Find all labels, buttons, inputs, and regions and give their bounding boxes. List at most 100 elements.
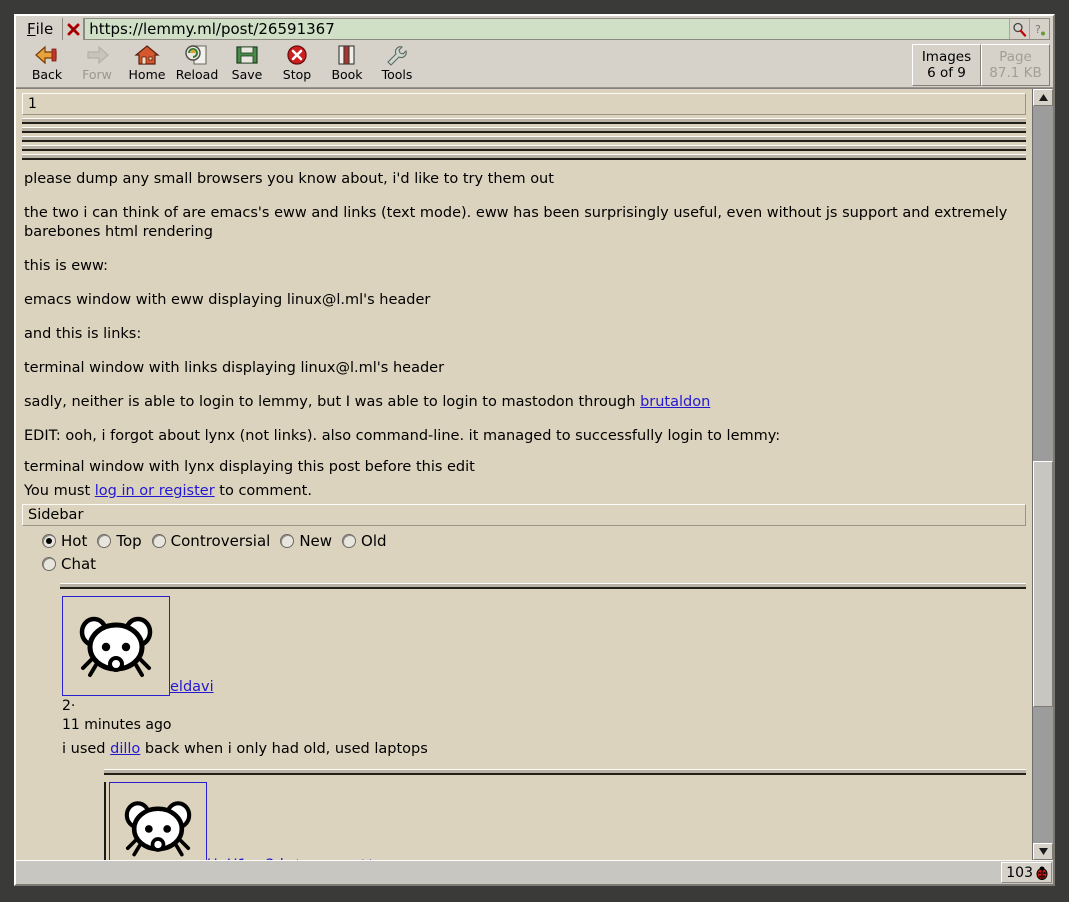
tools-button-label: Tools — [381, 67, 413, 82]
scrollbar-track[interactable] — [1033, 106, 1053, 843]
svg-text:?: ? — [1035, 23, 1041, 36]
sidebar-box[interactable]: Sidebar — [22, 504, 1026, 526]
stop-sign-icon — [284, 43, 310, 67]
separator-rule — [22, 136, 1026, 142]
separator-rule — [22, 154, 1026, 160]
ladybug-icon — [1036, 866, 1048, 880]
comment-score: 2· — [62, 698, 76, 714]
comment-author-name: UnH1ng3d — [207, 857, 284, 861]
forward-button-label: Forw — [82, 67, 112, 82]
comment-author-link[interactable]: eldavi — [170, 680, 214, 695]
nested-comment-separator — [104, 769, 1026, 775]
reload-page-icon — [184, 43, 210, 67]
post-paragraph: please dump any small browsers you know … — [24, 171, 554, 187]
house-icon — [134, 43, 160, 67]
radio-new[interactable] — [280, 534, 295, 548]
brutaldon-link[interactable]: brutaldon — [640, 394, 710, 410]
stop-button-label: Stop — [282, 67, 312, 82]
bookmarks-icon — [334, 43, 360, 67]
scroll-up-button[interactable] — [1033, 89, 1053, 106]
back-button-label: Back — [31, 67, 63, 82]
close-x-icon — [67, 23, 80, 35]
home-button[interactable]: Home — [122, 42, 172, 81]
page-size-title: Page — [999, 49, 1032, 65]
file-menu-button[interactable]: File — [18, 18, 64, 40]
home-button-label: Home — [128, 67, 166, 82]
tools-button[interactable]: Tools — [372, 42, 422, 81]
mouse-avatar-icon — [124, 801, 192, 857]
arrow-right-icon — [84, 43, 110, 67]
radio-chat[interactable] — [42, 557, 56, 571]
comment-author-instance: @lemmy.world — [284, 858, 372, 860]
bug-meter[interactable]: 103 — [1001, 862, 1052, 883]
lynx-paragraph: terminal window with lynx displaying thi… — [24, 459, 475, 475]
login-prompt-pre: You must — [24, 483, 95, 499]
post-paragraph: emacs window with eww displaying linux@l… — [24, 292, 431, 308]
comment-author-link[interactable]: UnH1ng3d@lemmy.world — [207, 857, 372, 861]
comment-body-post: back when i only had old, used laptops — [140, 741, 428, 757]
edit-paragraph: EDIT: ooh, i forgot about lynx (not link… — [24, 428, 781, 444]
bookmarks-button[interactable]: Book — [322, 42, 372, 81]
search-magnifier-icon — [1013, 22, 1027, 37]
search-button[interactable] — [1009, 19, 1029, 39]
separator-rule — [22, 145, 1026, 151]
page-size-box[interactable]: Page 87.1 KB — [981, 44, 1050, 86]
images-status-title: Images — [921, 49, 972, 65]
comment-item: eldavi 2· 11 minutes ago i used dillo ba… — [62, 596, 1032, 757]
comment-timestamp: 11 minutes ago — [62, 717, 172, 733]
separator-rule — [22, 118, 1026, 124]
radio-controversial[interactable] — [151, 534, 166, 548]
comment-author-row: UnH1ng3d@lemmy.world — [104, 782, 1032, 860]
radio-old[interactable] — [342, 534, 357, 548]
help-question-icon: ? — [1035, 23, 1045, 36]
status-bar: 103 — [16, 860, 1053, 884]
comment-author-name: eldavi — [170, 679, 214, 695]
close-tab-button[interactable] — [63, 18, 85, 40]
post-paragraph: this is eww: — [24, 258, 108, 274]
post-paragraph: the two i can think of are emacs's eww a… — [24, 205, 1008, 240]
images-status-box[interactable]: Images 6 of 9 — [912, 44, 981, 86]
images-status-value: 6 of 9 — [927, 65, 966, 81]
status-boxes: Images 6 of 9 Page 87.1 KB — [912, 44, 1050, 86]
comment-author-row: eldavi — [62, 596, 1032, 696]
url-bar-icons: ? — [1009, 18, 1050, 40]
save-button[interactable]: Save — [222, 42, 272, 81]
browser-window: File https://lemmy.ml/post/26591367 ? Ba… — [14, 14, 1055, 886]
screenshot-root: File https://lemmy.ml/post/26591367 ? Ba… — [0, 0, 1069, 902]
chevron-down-icon — [1038, 848, 1048, 855]
login-prompt: You must log in or register to comment. — [24, 478, 1024, 502]
arrow-left-icon — [34, 43, 60, 67]
vertical-scrollbar[interactable] — [1032, 89, 1053, 860]
radio-top-label: Top — [116, 532, 142, 550]
dillo-link[interactable]: dillo — [110, 741, 140, 757]
reload-button[interactable]: Reload — [172, 42, 222, 81]
save-button-label: Save — [231, 67, 263, 82]
url-input[interactable]: https://lemmy.ml/post/26591367 — [84, 18, 1009, 40]
comment-body: i used dillo back when i only had old, u… — [62, 741, 1032, 757]
floppy-disk-icon — [234, 43, 260, 67]
login-prompt-post: to comment. — [214, 483, 312, 499]
post-paragraph: and this is links: — [24, 326, 142, 342]
thread-indent-guide — [104, 782, 106, 860]
help-button[interactable]: ? — [1029, 19, 1049, 39]
scrollbar-thumb[interactable] — [1033, 461, 1053, 707]
bookmarks-button-label: Book — [331, 67, 363, 82]
post-paragraph: terminal window with links displaying li… — [24, 360, 445, 376]
radio-chat-label: Chat — [61, 555, 97, 573]
viewport: 1 please dump any small browsers you kno… — [16, 88, 1053, 860]
log-in-or-register-link[interactable]: log in or register — [95, 483, 215, 499]
chat-option-row: Chat — [42, 555, 1032, 573]
avatar[interactable] — [62, 596, 170, 696]
radio-top[interactable] — [97, 534, 112, 548]
separator-rule — [22, 127, 1026, 133]
stop-button[interactable]: Stop — [272, 42, 322, 81]
status-message — [17, 862, 1001, 883]
radio-new-label: New — [299, 532, 333, 550]
page-size-value: 87.1 KB — [989, 65, 1042, 81]
forward-button[interactable]: Forw — [72, 42, 122, 81]
comment-item: UnH1ng3d@lemmy.world 1· — [104, 782, 1032, 860]
avatar[interactable] — [109, 782, 207, 860]
back-button[interactable]: Back — [22, 42, 72, 81]
scroll-down-button[interactable] — [1033, 843, 1053, 860]
radio-hot[interactable] — [42, 534, 56, 548]
